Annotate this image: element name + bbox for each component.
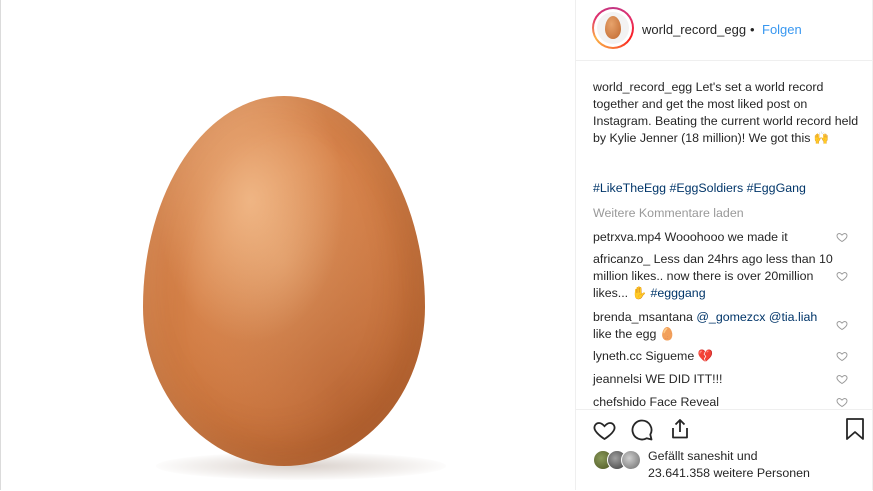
comment-username[interactable]: jeannelsi: [593, 372, 642, 386]
comment-username[interactable]: africanzo_: [593, 252, 650, 266]
header-username[interactable]: world_record_egg: [642, 22, 746, 37]
hashtag-link[interactable]: #EggSoldiers: [669, 181, 743, 195]
share-icon[interactable]: [668, 417, 692, 441]
avatar: [621, 450, 641, 470]
comment-mention[interactable]: @_gomezcx: [696, 310, 765, 324]
caption-hashtags: #LikeTheEgg #EggSoldiers #EggGang: [593, 180, 859, 197]
comment-like-heart-icon[interactable]: [836, 319, 848, 331]
post-caption: world_record_egg Let's set a world recor…: [593, 79, 859, 147]
heart-icon[interactable]: [592, 418, 617, 442]
post-image[interactable]: [1, 0, 575, 490]
comment-like-heart-icon[interactable]: [836, 231, 848, 243]
comment-like-heart-icon[interactable]: [836, 396, 848, 408]
liker-avatars[interactable]: [593, 450, 645, 470]
comment-item: jeannelsi WE DID ITT!!!: [593, 371, 833, 388]
comment-text: Wooohooo we made it: [664, 230, 788, 244]
comment-username[interactable]: brenda_msantana: [593, 310, 693, 324]
comment-username[interactable]: petrxva.mp4: [593, 230, 661, 244]
hashtag-link[interactable]: #LikeTheEgg: [593, 181, 666, 195]
load-more-comments-button[interactable]: Weitere Kommentare laden: [593, 206, 744, 220]
post-header: world_record_egg • Folgen: [576, 0, 872, 61]
comment-item: petrxva.mp4 Wooohooo we made it: [593, 229, 833, 246]
comment-like-heart-icon[interactable]: [836, 373, 848, 385]
comment-mention[interactable]: @tia.liah: [769, 310, 817, 324]
likes-line-1: Gefällt saneshit und: [648, 449, 758, 463]
comment-item: africanzo_ Less dan 24hrs ago less than …: [593, 251, 833, 302]
bookmark-icon[interactable]: [844, 417, 866, 441]
header-separator: •: [750, 22, 755, 37]
egg-photo: [143, 96, 425, 466]
likes-line-2: 23.641.358 weitere Personen: [648, 466, 810, 480]
comment-text: Sigueme 💔: [645, 349, 714, 363]
egg-avatar-image: [605, 16, 621, 39]
comment-username[interactable]: chefshido: [593, 395, 646, 409]
comment-text: Face Reveal: [649, 395, 720, 409]
comments-panel[interactable]: world_record_egg Let's set a world recor…: [576, 61, 872, 409]
profile-avatar[interactable]: [592, 7, 634, 49]
comment-like-heart-icon[interactable]: [836, 350, 848, 362]
comment-item: chefshido Face Reveal: [593, 394, 833, 409]
comment-username[interactable]: lyneth.cc: [593, 349, 642, 363]
follow-button[interactable]: Folgen: [762, 22, 802, 37]
comment-item: brenda_msantana @_gomezcx @tia.liah like…: [593, 309, 833, 343]
comment-text: like the egg 🥚: [593, 327, 676, 341]
post-actions: Gefällt saneshit und 23.641.358 weitere …: [576, 409, 872, 491]
likes-summary[interactable]: Gefällt saneshit und 23.641.358 weitere …: [648, 448, 858, 482]
hashtag-link[interactable]: #EggGang: [747, 181, 806, 195]
caption-username[interactable]: world_record_egg: [593, 80, 692, 94]
comment-icon[interactable]: [630, 418, 654, 442]
comment-item: lyneth.cc Sigueme 💔: [593, 348, 833, 365]
comment-hashtag[interactable]: #egggang: [650, 286, 705, 300]
comment-text: WE DID ITT!!!: [645, 372, 723, 386]
comment-like-heart-icon[interactable]: [836, 270, 848, 282]
